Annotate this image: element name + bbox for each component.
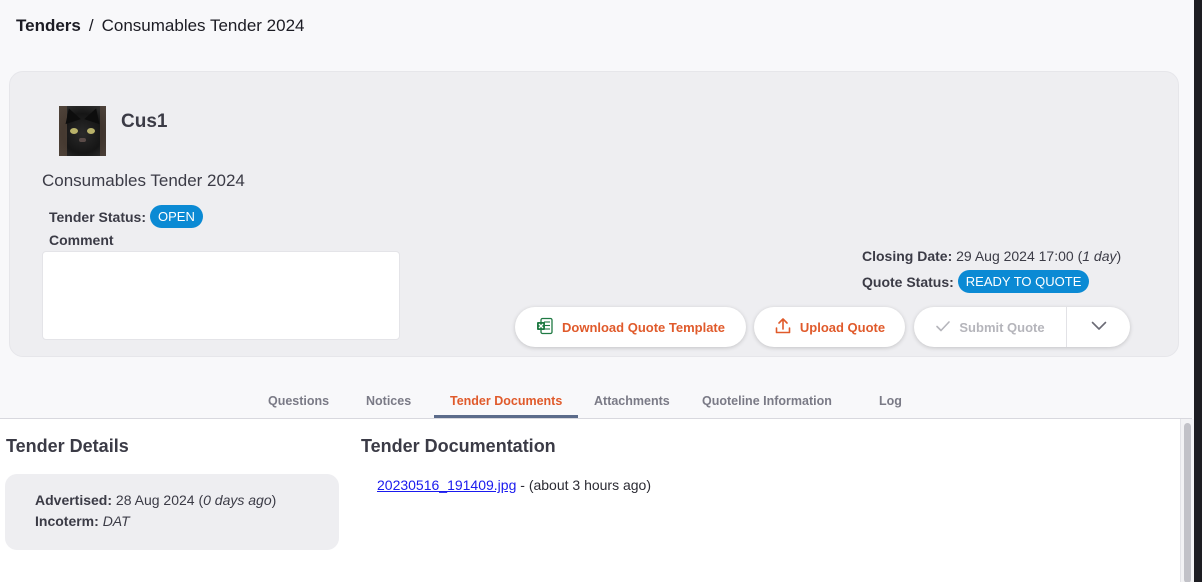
- tender-status-label: Tender Status:: [49, 208, 146, 225]
- scrollbar-thumb[interactable]: [1184, 423, 1191, 582]
- quote-status-row: Quote Status: READY TO QUOTE: [862, 270, 1090, 293]
- incoterm-row: Incoterm: DAT: [35, 513, 339, 529]
- upload-quote-button[interactable]: Upload Quote: [754, 307, 905, 347]
- upload-icon: [774, 317, 792, 338]
- closing-date-relative: 1 day: [1082, 248, 1117, 264]
- advertised-suffix: ): [271, 492, 277, 508]
- document-link[interactable]: 20230516_191409.jpg: [377, 477, 516, 493]
- window-edge: [1194, 0, 1202, 582]
- closing-date-value: 29 Aug 2024 17:00 (: [956, 248, 1083, 264]
- upload-quote-label: Upload Quote: [799, 319, 886, 335]
- tender-details-title: Tender Details: [6, 436, 129, 456]
- closing-date-suffix: ): [1116, 248, 1122, 264]
- closing-date-label: Closing Date:: [862, 248, 953, 264]
- tender-status-badge: OPEN: [149, 205, 203, 228]
- advertised-relative: 0 days ago: [203, 492, 272, 508]
- tab-bar: Questions Notices Tender Documents Attac…: [0, 384, 1192, 419]
- company-name: Cus1: [121, 111, 168, 132]
- list-item: 20230516_191409.jpg - (about 3 hours ago…: [377, 477, 651, 493]
- tender-header-card: Cus1 Consumables Tender 2024 Tender Stat…: [9, 71, 1179, 357]
- active-tab-indicator: [434, 415, 578, 418]
- submit-quote-label: Submit Quote: [959, 319, 1045, 335]
- avatar: [59, 106, 106, 156]
- closing-date: Closing Date: 29 Aug 2024 17:00 (1 day): [862, 248, 1121, 264]
- incoterm-value: DAT: [102, 513, 130, 529]
- tab-quoteline-information[interactable]: Quoteline Information: [702, 394, 832, 408]
- submit-quote-split-button: Submit Quote: [914, 307, 1130, 347]
- excel-file-icon: [536, 317, 554, 338]
- breadcrumb: Tenders / Consumables Tender 2024: [16, 16, 305, 36]
- tab-tender-documents[interactable]: Tender Documents: [450, 394, 562, 408]
- tender-documentation-title: Tender Documentation: [361, 436, 556, 456]
- breadcrumb-separator: /: [88, 16, 94, 35]
- tab-notices[interactable]: Notices: [366, 394, 411, 408]
- comment-label: Comment: [49, 232, 114, 248]
- tab-log[interactable]: Log: [879, 394, 902, 408]
- more-actions-button[interactable]: [1067, 307, 1130, 347]
- comment-field[interactable]: [42, 251, 400, 340]
- document-meta: - (about 3 hours ago): [516, 477, 652, 493]
- quote-status-label: Quote Status:: [862, 273, 954, 290]
- checkmark-icon: [935, 318, 951, 337]
- breadcrumb-current: Consumables Tender 2024: [101, 16, 305, 35]
- download-quote-template-label: Download Quote Template: [562, 319, 725, 335]
- scrollbar[interactable]: [1180, 419, 1194, 582]
- tab-questions[interactable]: Questions: [268, 394, 329, 408]
- incoterm-label: Incoterm:: [35, 513, 99, 529]
- tab-attachments[interactable]: Attachments: [594, 394, 670, 408]
- chevron-down-icon: [1091, 318, 1107, 336]
- submit-quote-button[interactable]: Submit Quote: [914, 307, 1067, 347]
- quote-status-badge: READY TO QUOTE: [957, 270, 1090, 293]
- tab-content: Tender Details Advertised: 28 Aug 2024 (…: [0, 419, 1180, 582]
- tender-name: Consumables Tender 2024: [42, 171, 245, 190]
- breadcrumb-tenders-link[interactable]: Tenders: [16, 16, 81, 36]
- advertised-date: 28 Aug 2024 (: [115, 492, 204, 508]
- advertised-label: Advertised:: [35, 492, 113, 508]
- tender-status-row: Tender Status: OPEN: [49, 205, 203, 228]
- download-quote-template-button[interactable]: Download Quote Template: [515, 307, 746, 347]
- tender-details-card: Advertised: 28 Aug 2024 (0 days ago) Inc…: [5, 474, 339, 550]
- advertised-row: Advertised: 28 Aug 2024 (0 days ago): [35, 492, 339, 508]
